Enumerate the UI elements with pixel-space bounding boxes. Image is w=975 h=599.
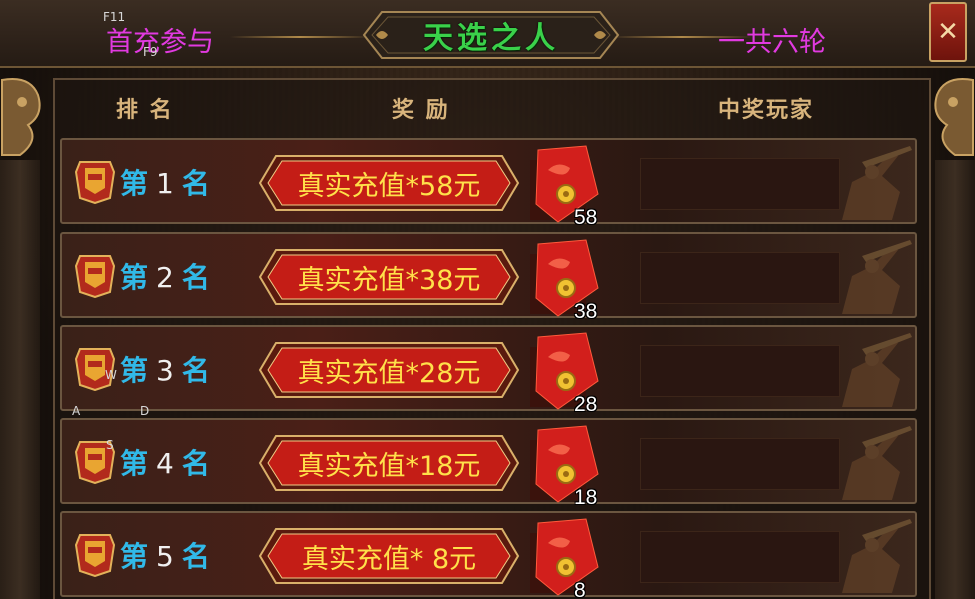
rank-label: 第2名 — [120, 256, 210, 296]
column-header-winner: 中奖玩家 — [718, 98, 815, 123]
close-icon: ✕ — [937, 17, 959, 47]
left-pillar-decoration — [0, 160, 40, 599]
hotkey-s-hint: S — [106, 438, 114, 452]
gift-count: 58 — [574, 206, 598, 229]
column-header-reward: 奖 励 — [392, 98, 450, 123]
ranking-row-4: 第4名 真实充值*18元 18 — [60, 418, 917, 509]
warrior-silhouette-icon — [842, 146, 912, 220]
reward-button[interactable]: 真实充值*18元 — [258, 434, 520, 492]
rank-suffix: 名 — [181, 540, 210, 573]
rank-prefix: 第 — [120, 540, 149, 573]
ranking-row-2: 第2名 真实充值*38元 38 — [60, 232, 917, 323]
winner-name-slot — [640, 438, 840, 490]
rank-prefix: 第 — [120, 447, 149, 480]
rank-badge-icon — [74, 534, 116, 577]
ranking-row-3: 第3名 真实充值*28元 28 — [60, 325, 917, 416]
winner-name-slot — [640, 158, 840, 210]
title-bar: 天选之人 首充参与 一共六轮 F11 F9 — [0, 0, 975, 68]
winner-name-slot — [640, 345, 840, 397]
rank-suffix: 名 — [181, 261, 210, 294]
warrior-silhouette-icon — [842, 519, 912, 593]
hotkey-f11-hint: F11 — [103, 10, 126, 24]
reward-label: 真实充值*28元 — [297, 357, 481, 389]
warrior-silhouette-icon — [842, 240, 912, 314]
reward-button[interactable]: 真实充值*58元 — [258, 154, 520, 212]
rank-label: 第4名 — [120, 442, 210, 482]
window-title: 天选之人 — [423, 21, 559, 56]
gift-count: 38 — [574, 300, 598, 323]
rank-badge-icon — [74, 255, 116, 298]
warrior-silhouette-icon — [842, 333, 912, 407]
reward-label: 真实充值* 8元 — [301, 543, 477, 575]
rank-suffix: 名 — [181, 354, 210, 387]
rank-suffix: 名 — [181, 167, 210, 200]
rounds-notice: 一共六轮 — [718, 27, 826, 57]
rank-number: 3 — [156, 354, 174, 387]
rank-suffix: 名 — [181, 447, 210, 480]
rank-prefix: 第 — [120, 167, 149, 200]
reward-button[interactable]: 真实充值* 8元 — [258, 527, 520, 585]
winner-name-slot — [640, 531, 840, 583]
title-divider-left — [230, 36, 370, 38]
red-envelope-icon[interactable] — [524, 517, 604, 599]
ranking-row-1: 第1名 真实充值*58元 58 — [60, 138, 917, 229]
rank-number: 4 — [156, 447, 174, 480]
first-recharge-notice: 首充参与 — [106, 27, 214, 57]
hotkey-f9-hint: F9 — [143, 45, 158, 59]
rank-number: 5 — [156, 540, 174, 573]
close-button[interactable]: ✕ — [929, 2, 967, 62]
title-plate: 天选之人 — [362, 10, 620, 60]
winner-name-slot — [640, 252, 840, 304]
event-panel: 天选之人 首充参与 一共六轮 F11 F9 ✕ 排 名 奖 励 中奖玩家 第1名… — [0, 0, 975, 599]
rank-prefix: 第 — [120, 261, 149, 294]
hotkey-d-hint: D — [140, 404, 150, 418]
reward-button[interactable]: 真实充值*28元 — [258, 341, 520, 399]
reward-label: 真实充值*58元 — [297, 170, 481, 202]
rank-label: 第5名 — [120, 535, 210, 575]
hotkey-a-hint: A — [72, 404, 81, 418]
rank-label: 第1名 — [120, 162, 210, 202]
rank-label: 第3名 — [120, 349, 210, 389]
rank-badge-icon — [74, 161, 116, 204]
column-header-rank: 排 名 — [116, 98, 174, 123]
right-pillar-decoration — [935, 160, 975, 599]
gift-count: 28 — [574, 393, 598, 416]
hotkey-w-hint: W — [105, 368, 117, 382]
reward-label: 真实充值*18元 — [297, 450, 481, 482]
rank-prefix: 第 — [120, 354, 149, 387]
rank-number: 2 — [156, 261, 174, 294]
gift-count: 18 — [574, 486, 598, 509]
reward-button[interactable]: 真实充值*38元 — [258, 248, 520, 306]
ranking-row-5: 第5名 真实充值* 8元 8 — [60, 511, 917, 599]
reward-label: 真实充值*38元 — [297, 264, 481, 296]
rank-number: 1 — [156, 167, 174, 200]
gift-count: 8 — [574, 579, 586, 599]
warrior-silhouette-icon — [842, 426, 912, 500]
dragon-ornament-icon — [934, 78, 974, 156]
dragon-ornament-icon — [1, 78, 41, 156]
